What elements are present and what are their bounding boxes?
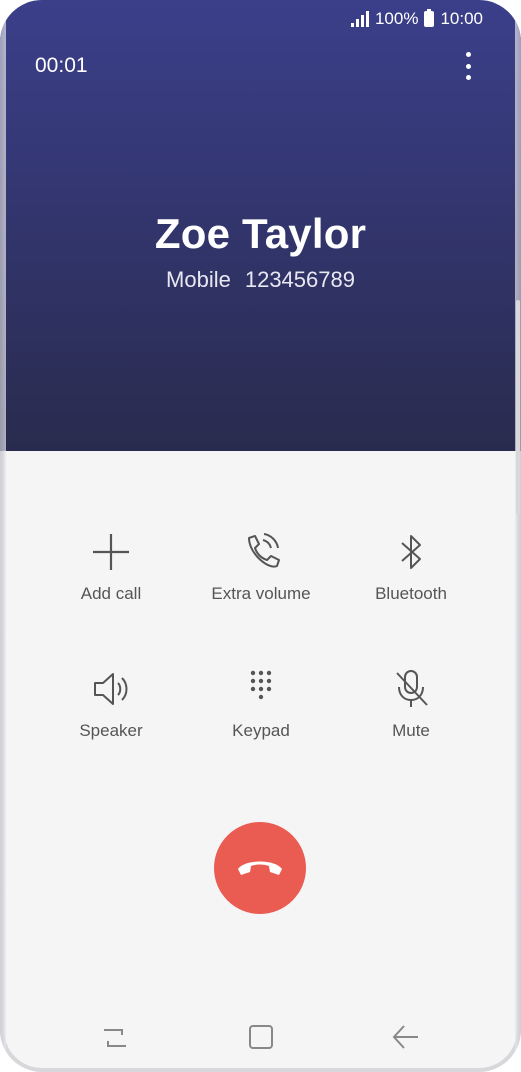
extra-volume-button[interactable]: Extra volume — [186, 530, 336, 604]
phone-screen: 100% 10:00 00:01 Zoe Taylor Mobile 123456… — [0, 0, 521, 1072]
bluetooth-icon — [401, 535, 421, 569]
phone-number: 123456789 — [244, 267, 355, 292]
extra-volume-label: Extra volume — [211, 584, 311, 603]
screen-edge-right — [515, 0, 521, 1072]
screen-edge-left — [0, 0, 6, 1072]
add-call-label: Add call — [80, 584, 142, 603]
add-call-button[interactable]: Add call — [36, 530, 186, 604]
bluetooth-label: Bluetooth — [375, 584, 447, 603]
side-handle — [516, 300, 520, 515]
speaker-icon — [94, 673, 128, 705]
keypad-icon — [250, 670, 272, 700]
signal-icon — [350, 11, 369, 27]
battery-icon — [424, 9, 435, 27]
phone-volume-icon — [248, 533, 280, 568]
mute-button[interactable]: Mute — [336, 667, 486, 741]
battery-percent: 100% — [374, 9, 419, 28]
more-options-icon[interactable] — [459, 52, 477, 80]
plus-icon — [93, 534, 129, 570]
keypad-label: Keypad — [232, 721, 290, 740]
call-header: 100% 10:00 00:01 Zoe Taylor Mobile 123456… — [0, 0, 521, 451]
speaker-button[interactable]: Speaker — [36, 667, 186, 741]
number-type: Mobile — [166, 267, 231, 292]
call-timer: 00:01 — [35, 54, 88, 77]
end-call-button[interactable] — [214, 822, 306, 914]
status-bar: 100% 10:00 — [350, 8, 483, 30]
recent-apps-icon[interactable] — [100, 1020, 130, 1054]
contact-name: Zoe Taylor — [154, 210, 367, 257]
mute-label: Mute — [392, 721, 430, 740]
clock: 10:00 — [440, 9, 483, 28]
microphone-off-icon — [396, 670, 428, 707]
keypad-button[interactable]: Keypad — [186, 667, 336, 741]
hang-up-icon — [238, 861, 282, 875]
back-icon[interactable] — [390, 1020, 422, 1054]
contact-number-line: Mobile 123456789 — [0, 267, 521, 293]
speaker-label: Speaker — [79, 721, 143, 740]
home-icon[interactable] — [246, 1020, 276, 1054]
bluetooth-button[interactable]: Bluetooth — [336, 530, 486, 604]
